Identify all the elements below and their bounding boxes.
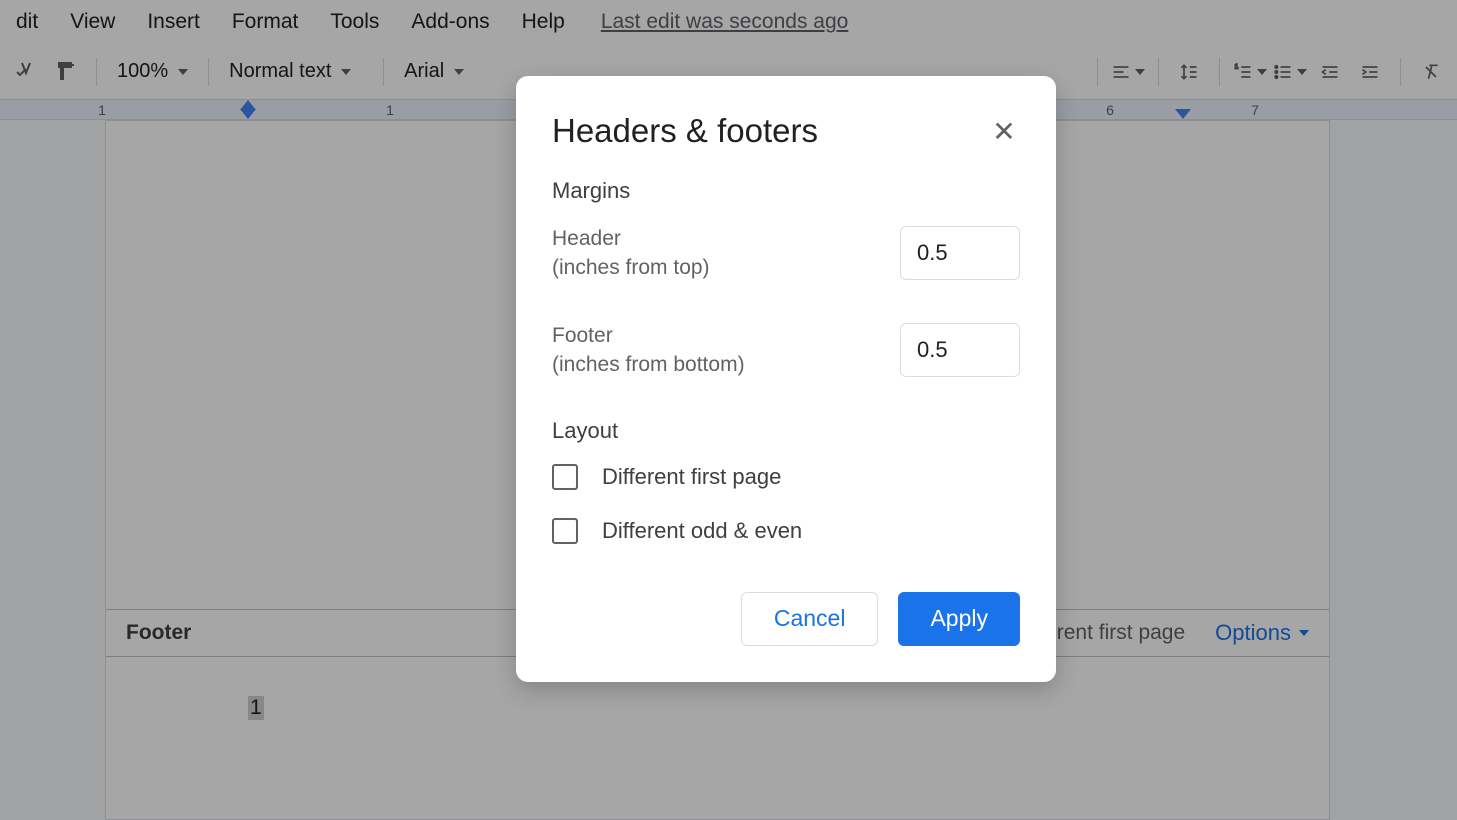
footer-margin-label: Footer (inches from bottom): [552, 321, 745, 380]
checkbox-label: Different first page: [602, 464, 781, 490]
margins-section-title: Margins: [552, 178, 1020, 204]
apply-button[interactable]: Apply: [898, 592, 1020, 646]
close-icon[interactable]: ✕: [988, 115, 1020, 147]
different-first-page-checkbox[interactable]: Different first page: [552, 464, 1020, 490]
footer-margin-input[interactable]: [900, 323, 1020, 377]
checkbox-label: Different odd & even: [602, 518, 802, 544]
header-margin-input[interactable]: [900, 226, 1020, 280]
different-odd-even-checkbox[interactable]: Different odd & even: [552, 518, 1020, 544]
headers-footers-dialog: Headers & footers ✕ Margins Header (inch…: [516, 76, 1056, 682]
cancel-button[interactable]: Cancel: [741, 592, 879, 646]
dialog-title: Headers & footers: [552, 112, 818, 150]
layout-section-title: Layout: [552, 418, 1020, 444]
checkbox-icon: [552, 464, 578, 490]
header-margin-label: Header (inches from top): [552, 224, 710, 283]
checkbox-icon: [552, 518, 578, 544]
